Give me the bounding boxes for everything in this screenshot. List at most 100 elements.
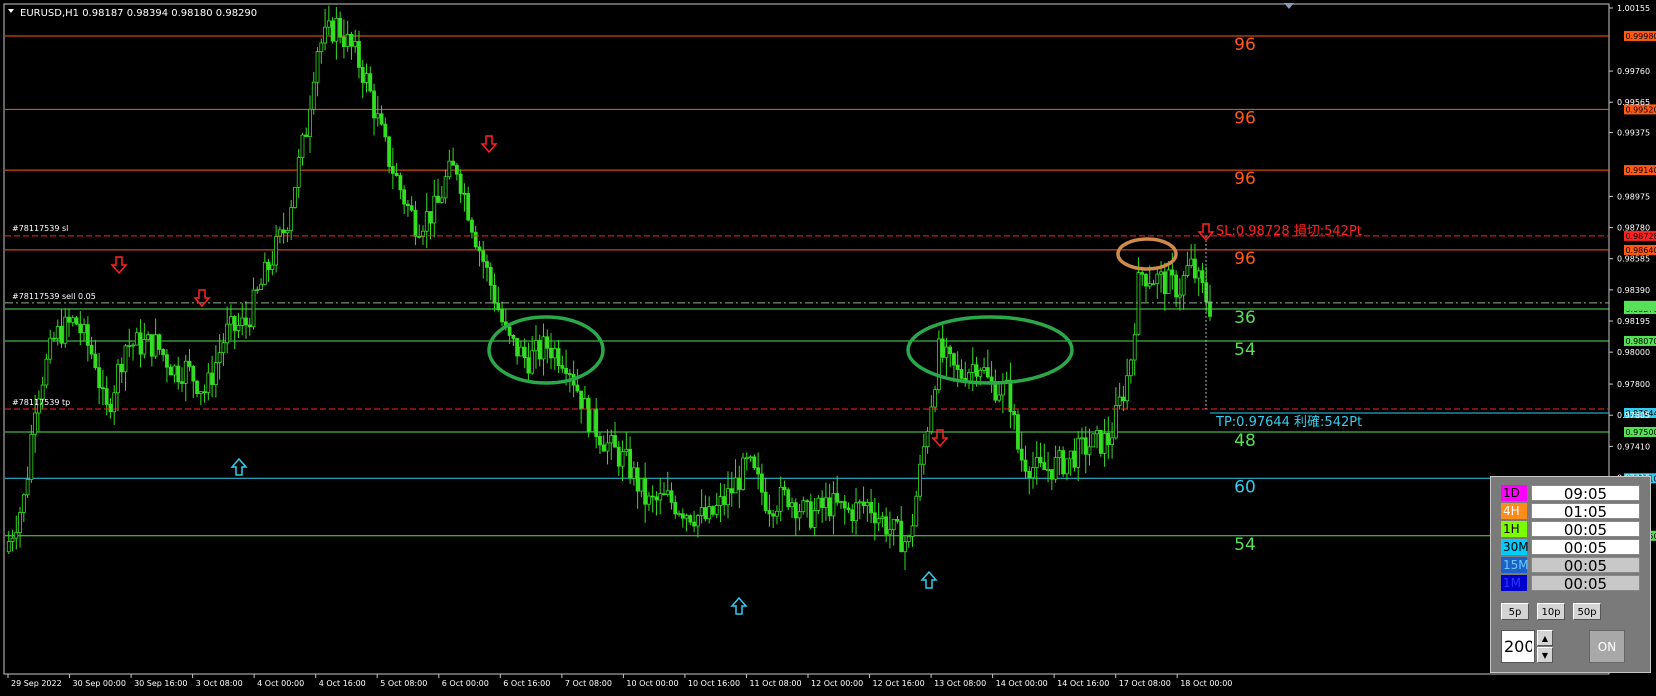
candle-body — [1046, 469, 1050, 471]
y-tick-label: 0.98975 — [1617, 192, 1650, 201]
candle-body — [466, 193, 471, 221]
candle-body — [1181, 275, 1186, 296]
candle-body — [861, 501, 866, 507]
candle-body — [1193, 258, 1197, 279]
candle-body — [1140, 272, 1145, 275]
candle-body — [933, 389, 938, 408]
candle-body — [78, 323, 83, 334]
candle-body — [172, 365, 177, 376]
candle-body — [891, 518, 896, 531]
candle-body — [850, 509, 855, 522]
candle-body — [688, 515, 693, 523]
candle-body — [357, 41, 361, 68]
pip-5-button[interactable]: 5p — [1501, 603, 1529, 620]
y-tick-label: 0.99565 — [1617, 98, 1650, 107]
candle-body — [390, 166, 395, 174]
candle-body — [413, 209, 418, 237]
candle-body — [67, 316, 71, 323]
candle-body — [782, 486, 787, 491]
x-tick-label: 14 Oct 16:00 — [1057, 679, 1109, 688]
candle-body — [628, 448, 632, 479]
price-chart[interactable]: 960.99980960.99520960.99140960.98640360.… — [0, 0, 1656, 696]
candle-body — [342, 36, 346, 47]
candle-body — [929, 406, 934, 433]
candle-body — [500, 309, 504, 323]
candle-body — [605, 442, 610, 452]
candle-body — [526, 357, 531, 374]
spin-down-button[interactable]: ▼ — [1537, 647, 1553, 663]
candle-body — [1061, 450, 1066, 475]
candle-body — [229, 316, 233, 325]
candle-body — [198, 391, 203, 394]
candle-body — [285, 229, 290, 234]
candle-body — [507, 326, 512, 336]
stop-loss-order-label: #78117539 sl — [12, 224, 68, 233]
candle-body — [488, 266, 493, 286]
candle-body — [575, 384, 580, 392]
candle-body — [232, 316, 237, 331]
timeframe-label: 1M — [1501, 575, 1527, 591]
x-tick-label: 18 Oct 00:00 — [1180, 679, 1232, 688]
candle-body — [985, 367, 990, 378]
candle-body — [127, 345, 132, 347]
candle-body — [1087, 446, 1092, 455]
candle-body — [639, 478, 644, 492]
candle-body — [334, 17, 339, 42]
candle-body — [345, 33, 350, 47]
bar-count-input[interactable] — [1501, 630, 1535, 663]
candle-body — [323, 26, 327, 44]
pip-50-button[interactable]: 50p — [1573, 603, 1601, 620]
take-profit-order-label: #78117539 tp — [12, 398, 70, 407]
candle-body — [116, 363, 120, 394]
y-tick-label: 0.97800 — [1617, 380, 1650, 389]
candle-body — [1155, 273, 1160, 285]
candle-body — [1136, 272, 1141, 335]
spin-up-button[interactable]: ▲ — [1537, 630, 1553, 646]
candle-body — [643, 478, 648, 505]
candle-body — [914, 495, 919, 527]
candle-body — [718, 496, 723, 506]
timeframe-countdown: 09:05 — [1531, 485, 1640, 502]
candle-body — [10, 537, 15, 542]
candle-body — [308, 108, 312, 137]
candle-body — [906, 536, 911, 543]
candle-body — [319, 42, 324, 53]
candle-body — [744, 457, 749, 460]
candle-body — [940, 338, 945, 358]
candle-body — [910, 525, 915, 537]
candle-body — [48, 337, 53, 360]
candle-body — [142, 339, 147, 355]
candle-body — [424, 211, 429, 232]
candle-body — [195, 380, 199, 394]
candle-body — [266, 261, 271, 270]
candle-body — [330, 20, 335, 42]
timeframe-row-15m: 15M 00:05 — [1501, 557, 1641, 574]
candle-body — [485, 261, 489, 268]
candle-body — [805, 500, 809, 503]
candle-body — [383, 123, 388, 138]
candle-body — [1196, 270, 1201, 279]
candle-body — [763, 491, 768, 511]
timeframe-label: 30M — [1501, 539, 1529, 555]
on-button[interactable]: ON — [1589, 630, 1625, 663]
candle-body — [1080, 437, 1084, 440]
candle-body — [255, 289, 260, 291]
candle-body — [733, 477, 738, 494]
candle-body — [394, 172, 399, 176]
candle-body — [899, 520, 904, 553]
x-tick-label: 12 Oct 00:00 — [811, 679, 863, 688]
candle-body — [372, 90, 376, 119]
candle-body — [824, 497, 828, 508]
candle-body — [206, 372, 211, 393]
timeframe-countdown: 00:05 — [1531, 575, 1640, 592]
candle-body — [131, 344, 135, 347]
candle-body — [29, 433, 34, 480]
candle-body — [759, 473, 764, 493]
candle-body — [213, 362, 218, 385]
candle-body — [1189, 258, 1194, 267]
candle-body — [552, 348, 557, 359]
candle-body — [1117, 396, 1122, 406]
scroll-marker-icon[interactable] — [1284, 3, 1294, 9]
candle-body — [650, 495, 655, 498]
pip-10-button[interactable]: 10p — [1537, 603, 1565, 620]
